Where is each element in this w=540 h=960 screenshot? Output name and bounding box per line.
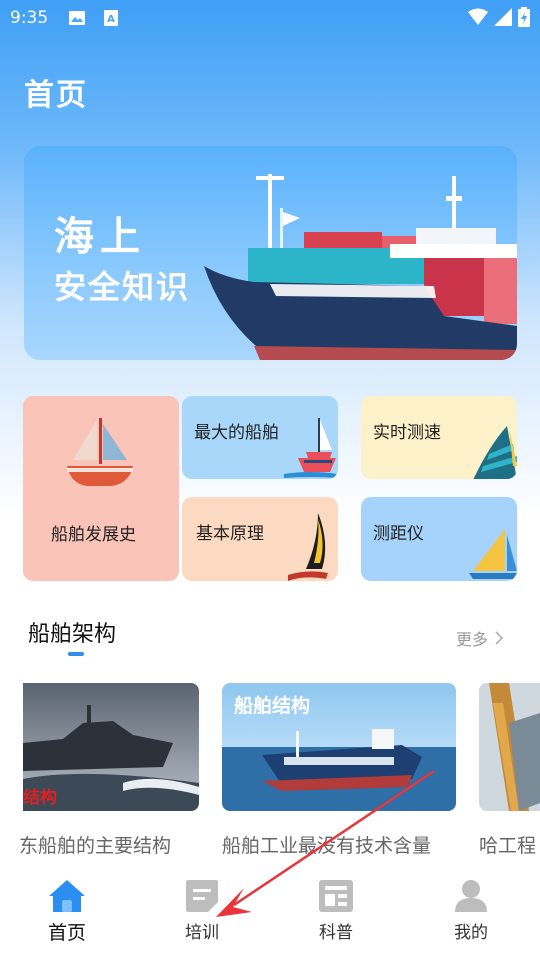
profile-icon xyxy=(455,880,487,912)
nav-science[interactable]: 科普 xyxy=(291,878,381,943)
category-label: 基本原理 xyxy=(196,524,264,544)
more-label: 更多 xyxy=(456,630,489,649)
nav-label: 首页 xyxy=(47,922,86,944)
section-title: 船舶架构 xyxy=(28,622,117,647)
wifi-icon xyxy=(468,8,488,30)
windsurf-icon xyxy=(288,513,328,581)
status-time: 9:35 xyxy=(10,8,49,28)
ship-sail-icon xyxy=(284,418,338,478)
article-card[interactable]: 结构 东船舶的主要结构 xyxy=(19,683,199,857)
category-label: 测距仪 xyxy=(373,524,424,544)
yacht-sail-icon xyxy=(469,529,517,579)
category-principles[interactable]: 基本原理 xyxy=(182,497,338,581)
article-thumbnail: 船舶结构 xyxy=(222,683,456,811)
article-card[interactable]: 船舶结构 船舶工业最没有技术含量 xyxy=(222,683,456,857)
nav-profile[interactable]: 我的 xyxy=(426,878,516,943)
article-thumbnail: 结构 xyxy=(23,683,199,811)
chevron-right-icon xyxy=(495,631,504,645)
bottom-navigation: 首页 培训 科普 我的 xyxy=(0,868,540,960)
nav-training[interactable]: 培训 xyxy=(157,878,247,943)
page-title: 首页 xyxy=(24,78,88,113)
category-history[interactable]: 船舶发展史 xyxy=(23,396,179,581)
article-title: 船舶工业最没有技术含量 xyxy=(222,835,432,857)
thumbnail-overlay-text: 结构 xyxy=(23,788,57,808)
nav-label: 培训 xyxy=(185,923,219,943)
science-icon xyxy=(319,880,353,912)
article-card[interactable]: 哈工程 xyxy=(479,683,540,857)
article-title: 哈工程 xyxy=(479,835,537,857)
sail-icon xyxy=(473,426,517,479)
svg-text:A: A xyxy=(107,14,115,25)
banner-title-line1: 海上 xyxy=(54,214,146,260)
nav-label: 科普 xyxy=(319,923,353,943)
banner-title-line2: 安全知识 xyxy=(54,268,191,306)
category-rangefinder[interactable]: 测距仪 xyxy=(361,497,517,581)
category-largest-ship[interactable]: 最大的船舶 xyxy=(182,396,338,479)
category-label: 实时测速 xyxy=(373,423,441,443)
article-thumbnail xyxy=(479,683,540,811)
nav-label: 我的 xyxy=(454,923,488,943)
article-title: 东船舶的主要结构 xyxy=(19,835,172,857)
signal-icon xyxy=(494,8,512,30)
battery-icon xyxy=(518,7,530,31)
category-speed[interactable]: 实时测速 xyxy=(361,396,517,479)
thumbnail-overlay-text: 船舶结构 xyxy=(234,695,311,717)
a-badge-icon: A xyxy=(104,10,118,30)
safety-banner[interactable]: 海上 安全知识 xyxy=(24,146,517,360)
sailboat-icon xyxy=(67,418,133,486)
category-label: 船舶发展史 xyxy=(51,525,136,545)
image-icon xyxy=(68,10,86,30)
category-label: 最大的船舶 xyxy=(194,423,279,443)
cargo-ship-illustration xyxy=(204,174,517,360)
training-icon xyxy=(186,880,218,912)
more-link[interactable]: 更多 xyxy=(456,626,504,650)
section-underline xyxy=(68,652,84,656)
status-bar: 9:35 A xyxy=(0,0,540,36)
home-icon xyxy=(49,880,85,912)
nav-home[interactable]: 首页 xyxy=(22,878,112,945)
